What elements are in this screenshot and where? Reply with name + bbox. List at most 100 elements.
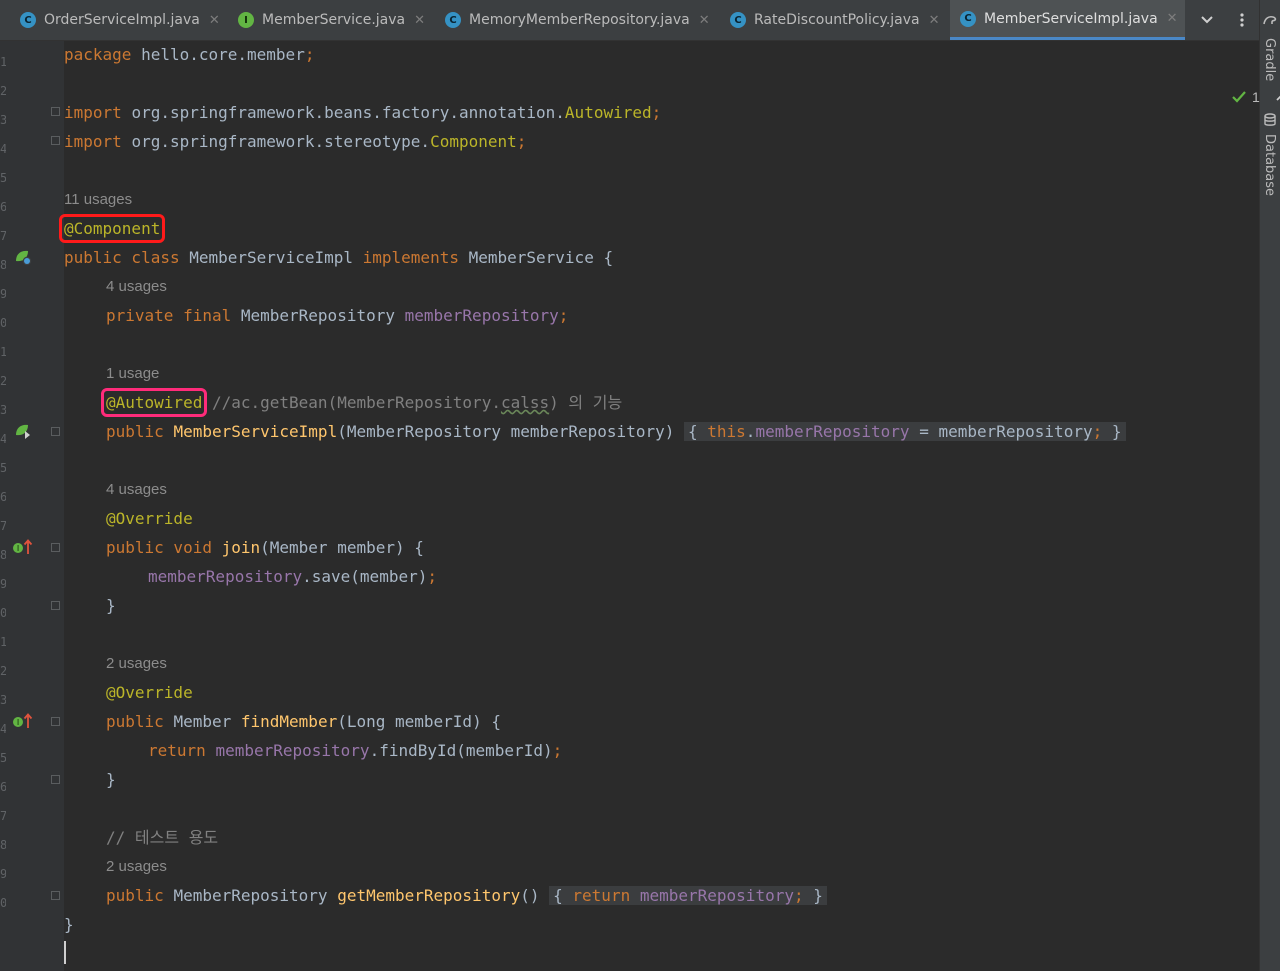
this-keyword: this	[707, 422, 746, 441]
tab-member-service-impl[interactable]: C MemberServiceImpl.java ✕	[950, 0, 1185, 40]
line-number: 7	[0, 519, 6, 533]
import-name: Component	[430, 132, 517, 151]
folded-body[interactable]: { return memberRepository; }	[549, 886, 827, 905]
fold-marker[interactable]	[51, 427, 60, 436]
close-icon[interactable]: ✕	[414, 13, 425, 28]
more-vertical-icon	[1240, 13, 1244, 27]
tab-order-service-impl[interactable]: C OrderServiceImpl.java ✕	[10, 0, 228, 40]
usages-hint[interactable]: 4 usages	[106, 278, 167, 295]
implements-method-icon[interactable]: I	[12, 538, 34, 556]
line-number: 8	[0, 548, 6, 562]
code-line-package: package hello.core.member;	[64, 45, 315, 64]
line-number: 2	[0, 664, 6, 678]
inspection-widget[interactable]: 1	[1232, 89, 1280, 105]
fold-marker[interactable]	[51, 717, 60, 726]
chevron-down-icon	[1201, 16, 1213, 24]
autowired-dependency-icon[interactable]	[13, 421, 33, 441]
tab-label: OrderServiceImpl.java	[44, 12, 200, 28]
close-icon[interactable]: ✕	[929, 13, 940, 28]
field-type: MemberRepository	[240, 306, 395, 325]
code-line-brace: }	[64, 915, 74, 934]
import-name: Autowired	[564, 103, 652, 122]
code-editor[interactable]: 1 package hello.core.member; import org.…	[58, 41, 1280, 971]
fold-marker[interactable]	[51, 107, 60, 116]
line-number: 9	[0, 867, 6, 881]
svg-text:I: I	[17, 544, 19, 553]
code-line-method-decl: public Member findMember(Long memberId) …	[106, 712, 501, 731]
return-type: Member	[173, 712, 232, 731]
interface-name: MemberService	[468, 248, 594, 267]
fold-marker[interactable]	[51, 775, 60, 784]
line-number: 6	[0, 490, 6, 504]
tab-rate-discount-policy[interactable]: C RateDiscountPolicy.java ✕	[722, 0, 950, 40]
usages-hint[interactable]: 2 usages	[106, 655, 167, 672]
tabs-dropdown-button[interactable]	[1192, 0, 1222, 40]
return-type: MemberRepository	[173, 886, 328, 905]
line-number: 0	[0, 896, 6, 910]
component-annotation: @Component	[58, 214, 166, 243]
close-icon[interactable]: ✕	[1167, 11, 1178, 26]
code-line-statement: return memberRepository.findById(memberI…	[148, 741, 563, 760]
usages-hint[interactable]: 2 usages	[106, 858, 167, 875]
line-number: 9	[0, 287, 6, 301]
override-annotation: @Override	[106, 683, 193, 702]
constructor-params: (MemberRepository memberRepository)	[337, 422, 675, 441]
line-number: 2	[0, 374, 6, 388]
fold-marker[interactable]	[51, 601, 60, 610]
method-name: getMemberRepository	[337, 886, 521, 905]
fold-marker[interactable]	[51, 136, 60, 145]
line-number: 6	[0, 200, 6, 214]
field-name: memberRepository	[215, 741, 370, 760]
fold-marker[interactable]	[51, 891, 60, 900]
code-line-method-decl: public void join(Member member) {	[106, 538, 424, 557]
line-number: 0	[0, 606, 6, 620]
override-annotation: @Override	[106, 509, 193, 528]
typo-text: calss	[500, 393, 550, 412]
field-name: memberRepository	[404, 306, 559, 325]
fold-marker[interactable]	[51, 543, 60, 552]
comment-text: //ac.getBean(MemberRepository.	[211, 393, 501, 412]
spring-bean-icon[interactable]	[13, 247, 33, 267]
line-number: 3	[0, 403, 6, 417]
class-icon: C	[20, 12, 36, 28]
line-number: 7	[0, 229, 6, 243]
method-name: findMember	[240, 712, 338, 731]
comment-text: ) 의 기능	[549, 393, 623, 412]
usages-hint[interactable]: 11 usages	[64, 191, 132, 208]
more-tabs-button[interactable]	[1227, 0, 1257, 40]
line-number: 0	[0, 316, 6, 330]
editor-tab-bar: C OrderServiceImpl.java ✕ I MemberServic…	[0, 0, 1259, 41]
field-name: memberRepository	[755, 422, 910, 441]
field-name: memberRepository	[639, 886, 794, 905]
line-number: 2	[0, 84, 6, 98]
code-line-getter: public MemberRepository getMemberReposit…	[106, 885, 827, 907]
package-name: hello.core.member	[141, 45, 305, 64]
line-number: 8	[0, 258, 6, 272]
database-panel-label[interactable]: Database	[1262, 134, 1277, 196]
line-number: 6	[0, 780, 6, 794]
comment: //ac.getBean(MemberRepository.calss) 의 기…	[212, 393, 622, 412]
code-line-annotation: @Component	[58, 214, 166, 243]
code-line-override: @Override	[106, 682, 193, 704]
folded-body[interactable]: { this.memberRepository = memberReposito…	[684, 422, 1126, 441]
tab-label: MemoryMemberRepository.java	[469, 12, 690, 28]
usages-hint[interactable]: 1 usage	[106, 365, 159, 382]
line-number: 8	[0, 838, 6, 852]
close-icon[interactable]: ✕	[699, 13, 710, 28]
tab-member-service[interactable]: I MemberService.java ✕	[229, 0, 429, 40]
chevron-up-icon[interactable]	[1276, 92, 1280, 102]
method-params: (Member member) {	[260, 538, 424, 557]
editor-gutter: I I 1 2 3 4 5 6 7 8 9 0 1 2 3 4 5 6 7 8 9 0 1 2 3 4 5 6 7 8 9 0	[0, 41, 64, 971]
gradle-panel-label[interactable]: Gradle	[1262, 38, 1277, 81]
line-number: 5	[0, 171, 6, 185]
implements-method-icon[interactable]: I	[12, 712, 34, 730]
close-icon[interactable]: ✕	[209, 13, 220, 28]
method-call: .save(member)	[302, 567, 428, 586]
tab-label: MemberServiceImpl.java	[984, 10, 1158, 27]
tab-memory-member-repository[interactable]: C MemoryMemberRepository.java ✕	[436, 0, 722, 40]
code-line-autowired: @Autowired //ac.getBean(MemberRepository…	[100, 388, 622, 417]
line-number: 5	[0, 751, 6, 765]
line-number: 1	[0, 635, 6, 649]
checkmark-icon	[1232, 91, 1246, 103]
usages-hint[interactable]: 4 usages	[106, 481, 167, 498]
